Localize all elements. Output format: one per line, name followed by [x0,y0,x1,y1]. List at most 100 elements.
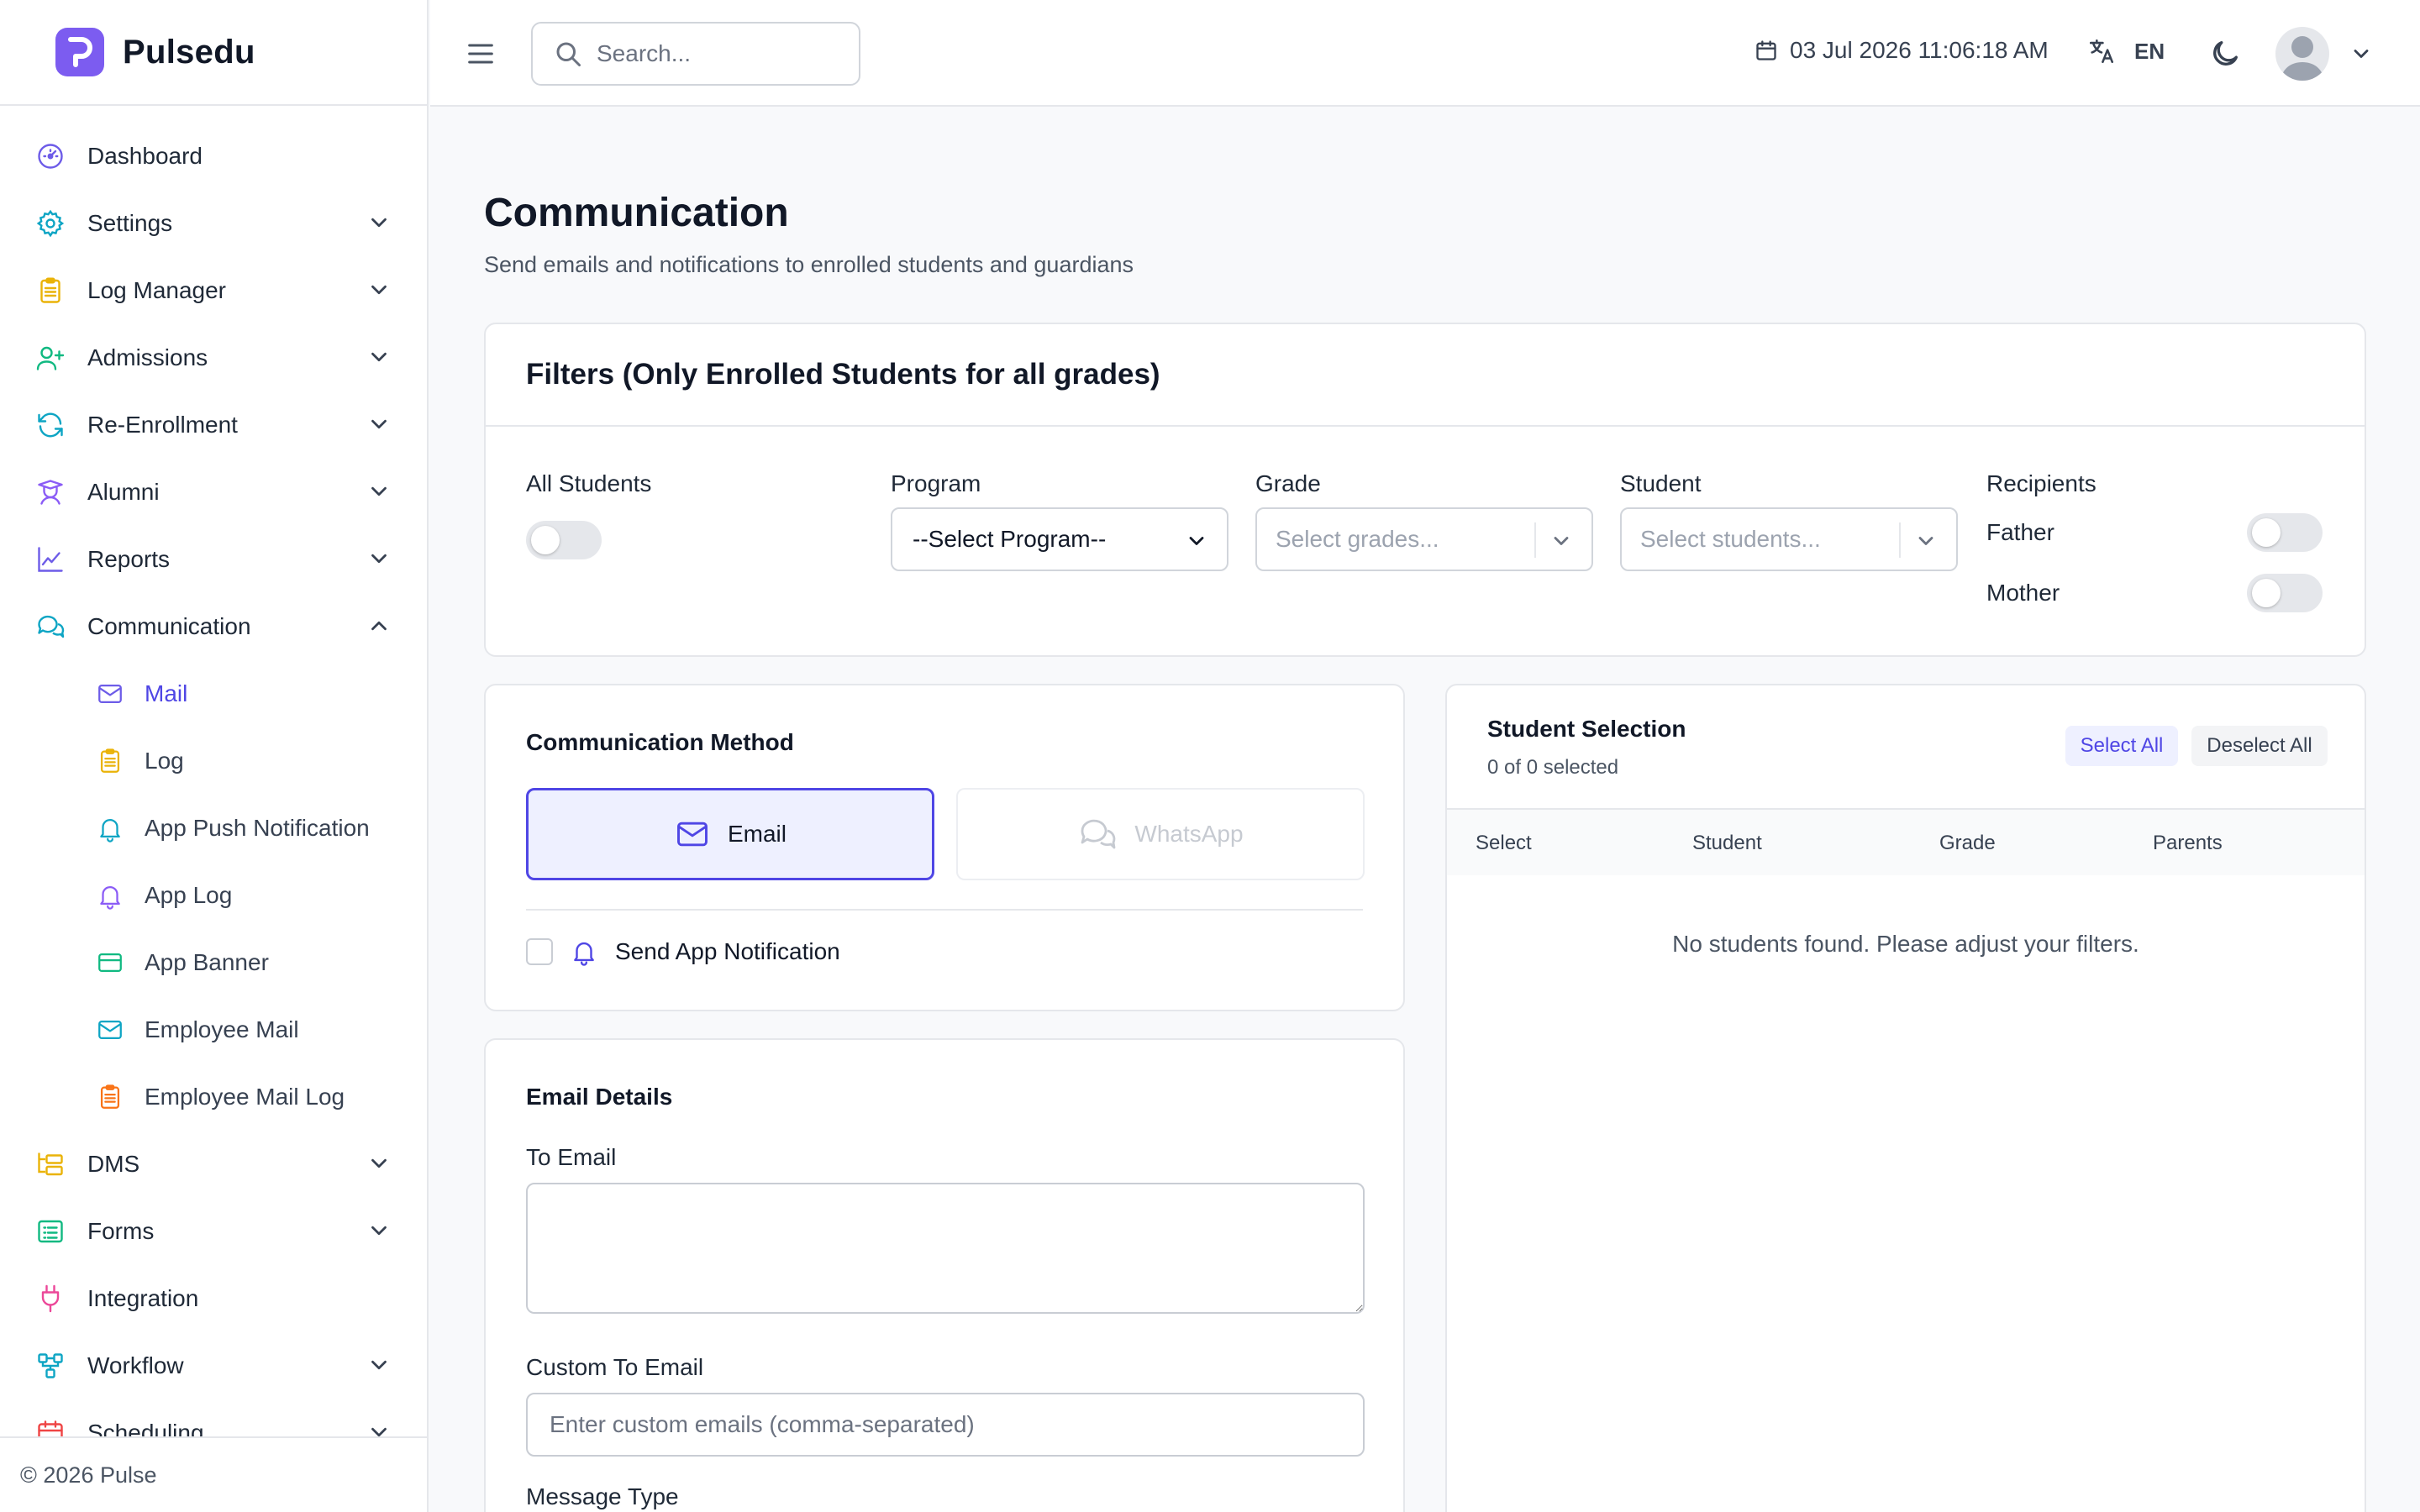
grade-group: Grade Select grades... [1255,470,1593,571]
folder-tree-icon [34,1147,67,1181]
moon-icon[interactable] [2208,37,2242,71]
sidebar-item-communication[interactable]: Communication [0,593,427,660]
datetime-text: 03 Jul 2026 11:06:18 AM [1790,37,2049,63]
sidebar-subitem-app-banner[interactable]: App Banner [0,929,427,996]
filters-title: Filters (Only Enrolled Students for all … [486,324,2365,427]
sidebar-item-dms[interactable]: DMS [0,1131,427,1198]
sidebar-item-admissions[interactable]: Admissions [0,324,427,391]
brand-logo-icon [55,28,104,76]
email-details-card: Email Details To Email Custom To Email M… [484,1038,1405,1512]
sidebar-subitem-app-push-notification[interactable]: App Push Notification [0,795,427,862]
translate-icon [2089,39,2114,64]
empty-state-message: No students found. Please adjust your fi… [1672,931,2139,957]
chevron-down-icon [371,1158,387,1168]
sidebar-subitem-label: App Banner [145,949,269,975]
sidebar-item-label: Admissions [87,344,208,370]
mail-icon [677,822,708,847]
chat-bubbles-icon [1081,819,1116,849]
program-select-value: --Select Program-- [913,526,1107,552]
student-select-placeholder: Select students... [1640,526,1821,552]
sidebar-subitem-employee-mail[interactable]: Employee Mail [0,996,427,1063]
all-students-label: All Students [526,470,652,496]
sidebar-footer: © 2026 Pulse [0,1436,427,1512]
column-header-parents: Parents [2153,832,2223,854]
grade-select[interactable]: Select grades... [1255,507,1593,571]
chevron-down-icon[interactable] [2349,42,2373,66]
avatar[interactable] [2275,27,2329,81]
chevron-down-icon [371,1427,387,1436]
sidebar-item-forms[interactable]: Forms [0,1198,427,1265]
clipboard-icon [94,745,126,777]
sidebar-item-integration[interactable]: Integration [0,1265,427,1332]
language-switcher[interactable]: EN [2087,37,2165,66]
chevron-down-icon [371,486,387,496]
custom-to-email-label: Custom To Email [526,1354,704,1380]
sidebar-item-label: Forms [87,1218,155,1244]
communication-method-title: Communication Method [526,729,794,755]
sidebar-item-label: Dashboard [87,143,203,169]
recipient-mother-row: Mother [1986,563,2323,623]
recipient-father-toggle[interactable] [2247,513,2323,552]
chevron-down-icon [371,1360,387,1370]
chevron-down-icon [371,352,387,362]
sidebar-subitem-label: App Log [145,882,233,908]
student-select[interactable]: Select students... [1620,507,1958,571]
sidebar-item-label: Settings [87,210,173,236]
sidebar-item-log-manager[interactable]: Log Manager [0,257,427,324]
sidebar-subitem-app-log[interactable]: App Log [0,862,427,929]
recipient-mother-toggle[interactable] [2247,574,2323,612]
select-separator [1899,522,1901,558]
chat-bubbles-icon [34,610,67,643]
sidebar-item-label: Log Manager [87,277,227,303]
grade-select-placeholder: Select grades... [1276,526,1439,552]
recipients-label: Recipients [1986,470,2096,496]
chevron-down-icon [371,419,387,429]
sidebar-item-alumni[interactable]: Alumni [0,459,427,526]
sidebar-subitem-mail[interactable]: Mail [0,660,427,727]
bell-icon [94,879,126,911]
plug-icon [34,1282,67,1315]
student-selection-title: Student Selection [1487,716,1686,742]
calendar-icon [1756,40,1776,60]
to-email-textarea[interactable] [526,1183,1365,1314]
refresh-icon [34,408,67,442]
user-plus-icon [34,341,67,375]
search-input[interactable] [597,40,849,67]
sidebar-subitem-label: Mail [145,680,188,706]
hamburger-menu-icon[interactable] [464,37,497,71]
gear-icon [34,207,67,240]
sidebar-item-scheduling[interactable]: Scheduling [0,1399,427,1436]
sidebar-nav: Dashboard Settings Log Manager Admission… [0,123,427,1436]
send-app-notification-checkbox[interactable] [526,938,553,965]
language-code: EN [2134,38,2165,64]
all-students-toggle[interactable] [526,521,602,559]
sidebar-subitem-log[interactable]: Log [0,727,427,795]
all-students-group: All Students [526,470,651,559]
sidebar-item-reports[interactable]: Reports [0,526,427,593]
sidebar-item-label: Re-Enrollment [87,412,238,438]
select-all-button[interactable]: Select All [2065,726,2178,766]
user-avatar-icon [2281,36,2324,81]
sidebar-subitem-label: Employee Mail Log [145,1084,345,1110]
select-separator [1534,522,1536,558]
brand[interactable]: Pulsedu [0,0,427,106]
sidebar-item-label: Workflow [87,1352,184,1378]
custom-to-email-input[interactable] [526,1393,1365,1457]
sidebar-item-settings[interactable]: Settings [0,190,427,257]
calendar-icon [34,1416,67,1436]
deselect-all-button[interactable]: Deselect All [2191,726,2328,766]
recipient-mother-label: Mother [1986,580,2060,606]
method-whatsapp-button[interactable]: WhatsApp [956,788,1365,880]
sidebar-item-workflow[interactable]: Workflow [0,1332,427,1399]
search-box [531,22,860,86]
chevron-up-icon [371,621,387,631]
form-list-icon [34,1215,67,1248]
send-app-notification-row: Send App Notification [526,937,840,966]
send-app-notification-label: Send App Notification [615,938,840,964]
method-email-button[interactable]: Email [526,788,934,880]
sidebar-subitem-employee-mail-log[interactable]: Employee Mail Log [0,1063,427,1131]
program-select[interactable]: --Select Program-- [891,507,1228,571]
sidebar-item-dashboard[interactable]: Dashboard [0,123,427,190]
sidebar-item-re-enrollment[interactable]: Re-Enrollment [0,391,427,459]
chevron-down-icon [1189,537,1204,545]
